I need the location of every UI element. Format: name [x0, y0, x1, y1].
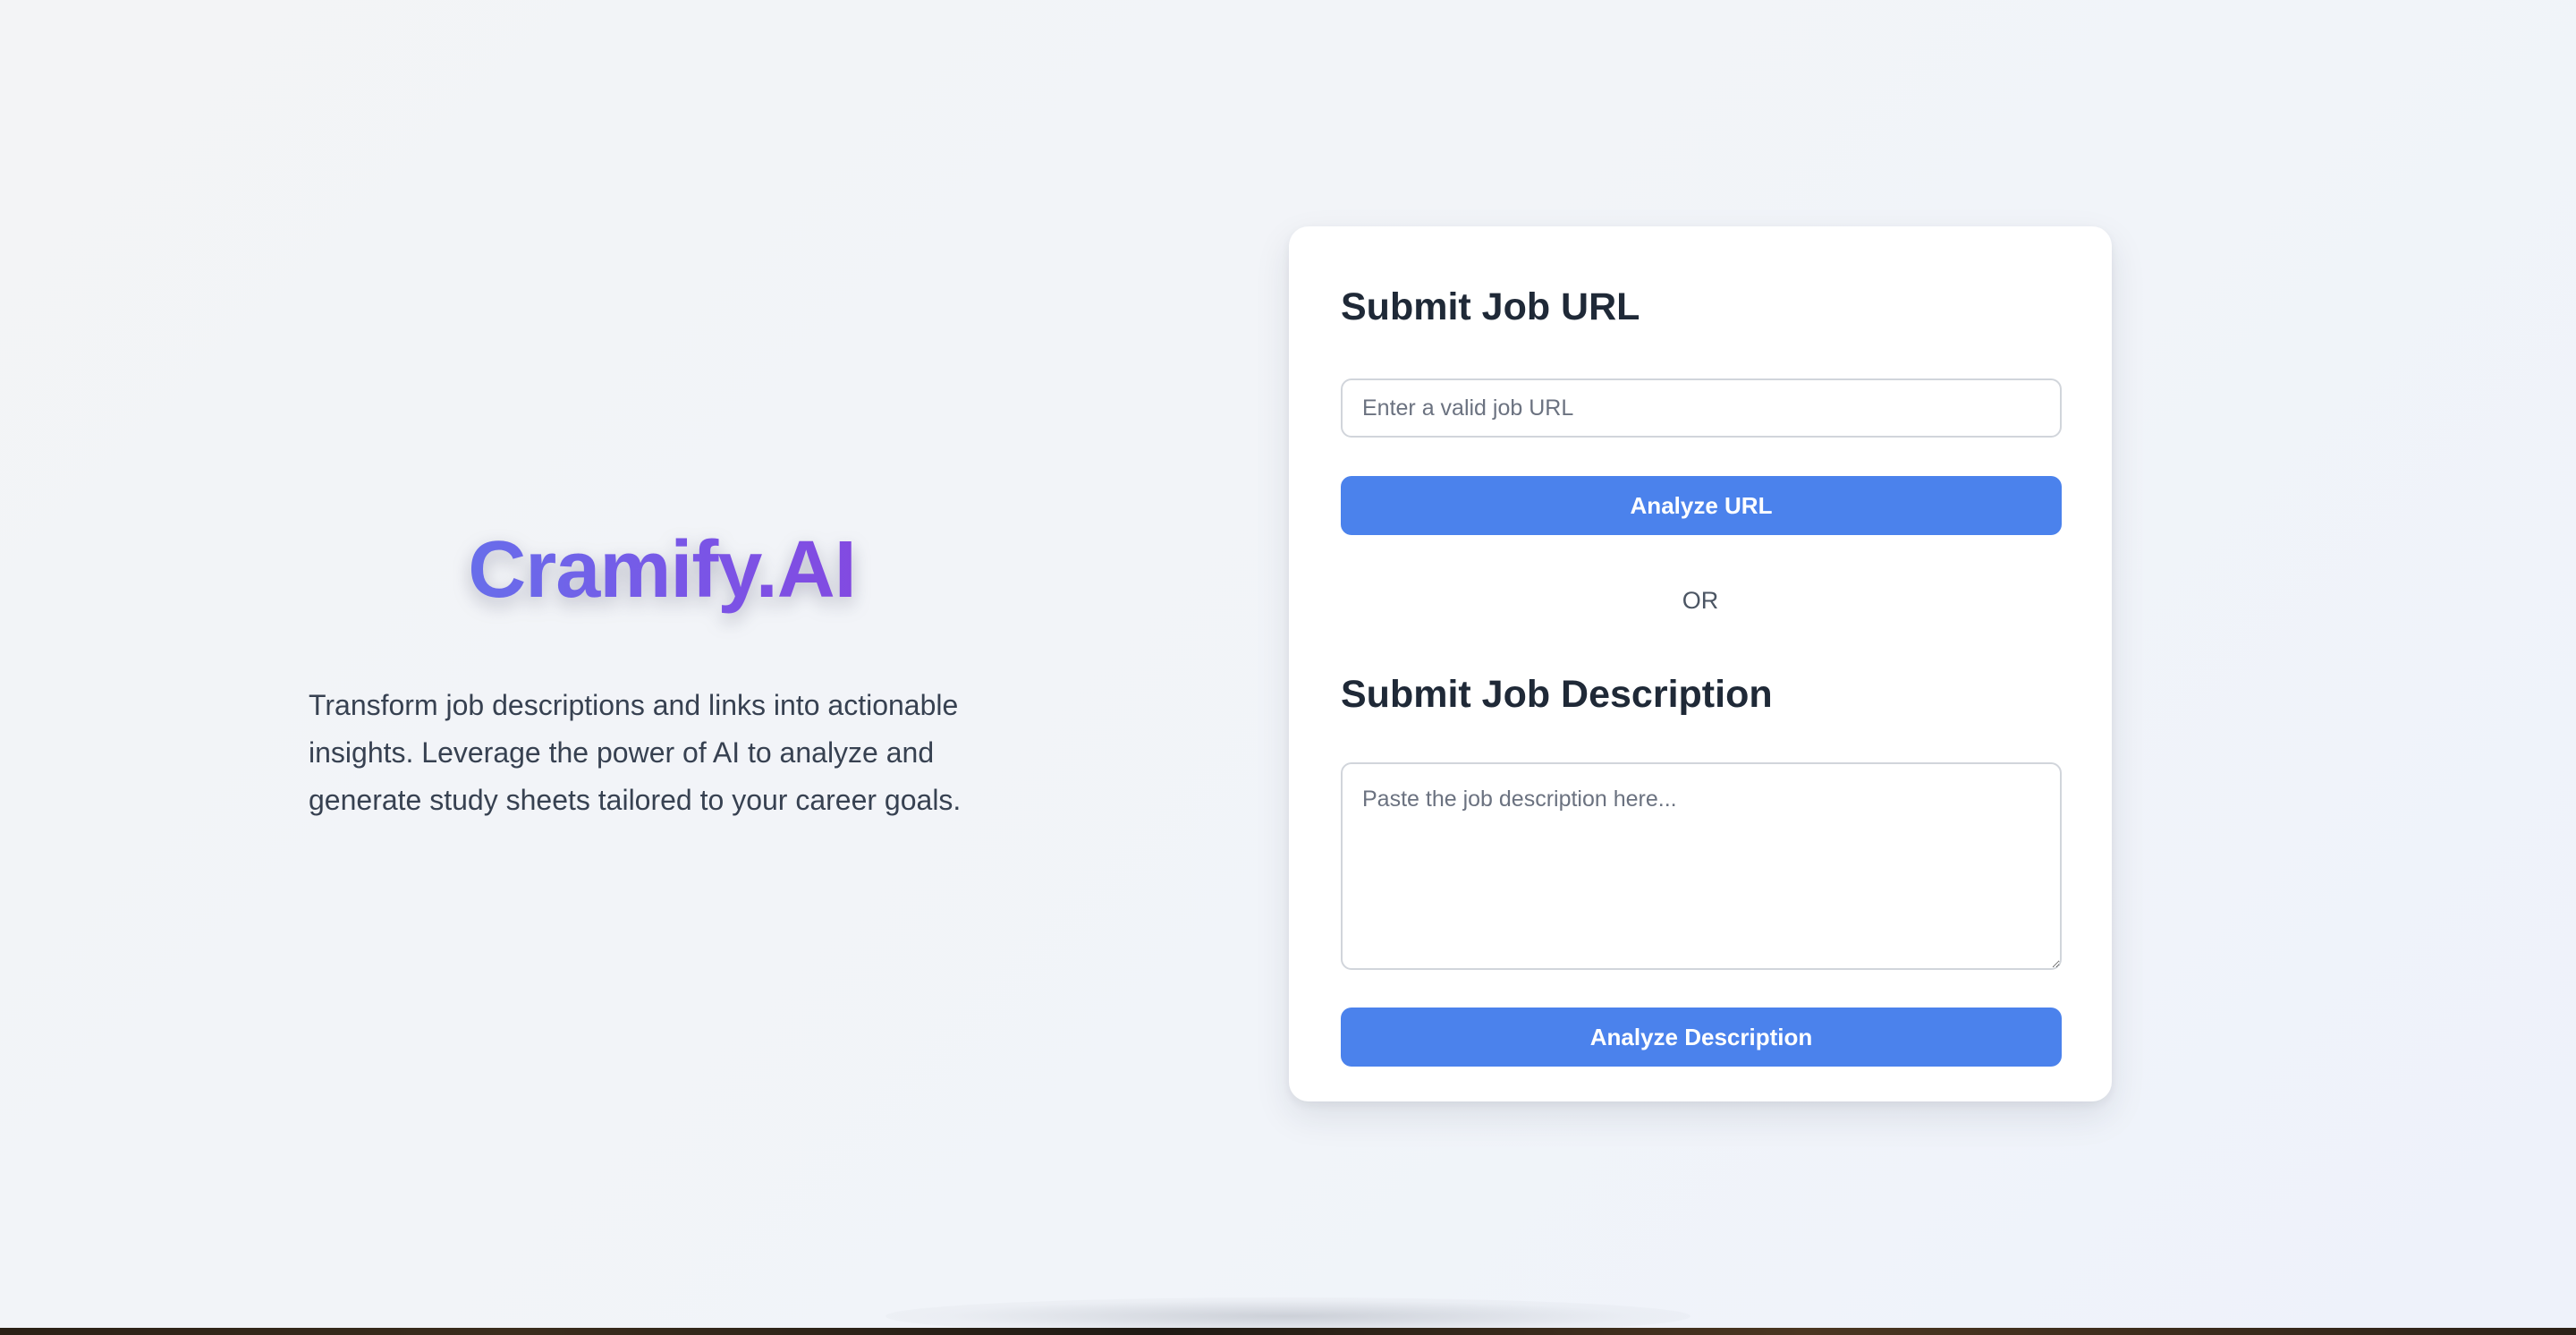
url-section-title: Submit Job URL — [1341, 285, 1640, 328]
job-url-input[interactable] — [1341, 378, 2062, 438]
description-section-title: Submit Job Description — [1341, 673, 1773, 716]
analyze-description-button[interactable]: Analyze Description — [1341, 1008, 2062, 1067]
job-description-textarea[interactable] — [1341, 762, 2062, 970]
job-submission-card: Submit Job URL Analyze URL OR Submit Job… — [1289, 226, 2112, 1101]
analyze-url-button[interactable]: Analyze URL — [1341, 476, 2062, 535]
brand-logo-text: Cramify.AI — [309, 510, 1015, 630]
or-divider: OR — [1682, 587, 1719, 614]
desktop-edge — [0, 1328, 2576, 1335]
hero-section: Cramify.AI Transform job descriptions an… — [309, 510, 1015, 824]
brand-tagline: Transform job descriptions and links int… — [309, 689, 962, 816]
